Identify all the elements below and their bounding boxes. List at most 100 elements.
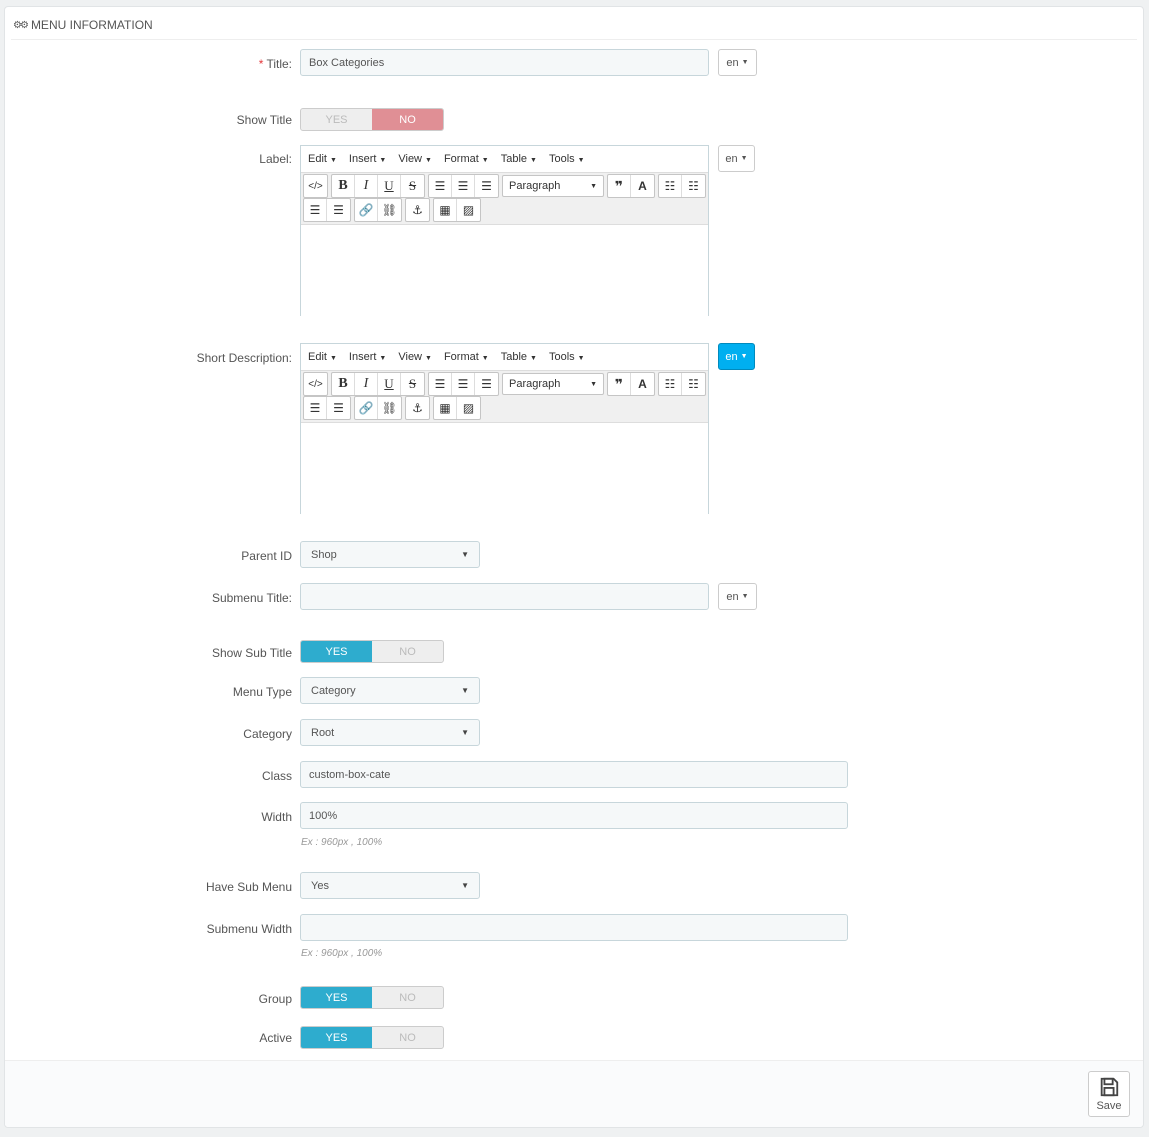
menu-view[interactable]: View ▼ — [398, 351, 432, 363]
show-title-switch[interactable]: YES NO — [300, 108, 444, 131]
show-title-yes[interactable]: YES — [301, 109, 372, 130]
save-icon — [1100, 1077, 1119, 1097]
align-center-icon[interactable]: ☰ — [452, 373, 475, 395]
title-lang-button[interactable]: en ▼ — [718, 49, 757, 76]
width-input[interactable]: 100% — [300, 802, 848, 829]
active-no[interactable]: NO — [372, 1027, 443, 1048]
text-color-icon[interactable]: A — [631, 175, 654, 197]
link-icon[interactable]: 🔗 — [355, 199, 378, 221]
bullet-list-icon[interactable]: ☷ — [659, 175, 682, 197]
underline-icon[interactable]: U — [378, 175, 401, 197]
numbered-list-icon[interactable]: ☷ — [682, 175, 705, 197]
bold-icon[interactable]: B — [332, 175, 355, 197]
parent-id-select[interactable]: Shop ▼ — [300, 541, 480, 568]
category-label: Category — [243, 727, 292, 741]
caret-down-icon: ▼ — [461, 550, 469, 559]
submenu-title-label: Submenu Title: — [211, 591, 292, 605]
strikethrough-icon[interactable]: S — [401, 373, 424, 395]
align-left-icon[interactable]: ☰ — [429, 373, 452, 395]
caret-down-icon: ▼ — [461, 728, 469, 737]
outdent-icon[interactable]: ☰ — [304, 397, 327, 419]
image-icon[interactable]: ▨ — [457, 199, 480, 221]
menu-insert[interactable]: Insert ▼ — [349, 351, 386, 363]
menu-view[interactable]: View ▼ — [398, 153, 432, 165]
align-right-icon[interactable]: ☰ — [475, 373, 498, 395]
have-sub-menu-label: Have Sub Menu — [205, 880, 292, 894]
image-icon[interactable]: ▨ — [457, 397, 480, 419]
media-icon[interactable]: ▦ — [434, 199, 457, 221]
label-editor: Edit ▼ Insert ▼ View ▼ Format ▼ Table ▼ Tools… — [300, 145, 709, 319]
bold-icon[interactable]: B — [332, 373, 355, 395]
width-hint: Ex : 960px , 100% — [301, 837, 383, 848]
parent-id-label: Parent ID — [241, 549, 292, 563]
text-color-icon[interactable]: A — [631, 373, 654, 395]
anchor-icon[interactable]: ⚓ — [406, 199, 429, 221]
save-button[interactable]: Save — [1088, 1071, 1130, 1117]
menu-table[interactable]: Table ▼ — [501, 153, 537, 165]
block-format-select[interactable]: Paragraph ▼ — [502, 175, 604, 197]
category-select[interactable]: Root ▼ — [300, 719, 480, 746]
outdent-icon[interactable]: ☰ — [304, 199, 327, 221]
label-lang-button[interactable]: en ▼ — [718, 145, 755, 172]
align-right-icon[interactable]: ☰ — [475, 175, 498, 197]
source-code-icon[interactable]: </> — [304, 373, 327, 395]
link-icon[interactable]: 🔗 — [355, 397, 378, 419]
submenu-title-lang-button[interactable]: en ▼ — [718, 583, 757, 610]
bullet-list-icon[interactable]: ☷ — [659, 373, 682, 395]
menu-tools[interactable]: Tools ▼ — [549, 351, 585, 363]
anchor-icon[interactable]: ⚓ — [406, 397, 429, 419]
menu-insert[interactable]: Insert ▼ — [349, 153, 386, 165]
editor-menubar: Edit ▼ Insert ▼ View ▼ Format ▼ Table ▼ Tools… — [301, 146, 708, 172]
caret-down-icon: ▼ — [461, 686, 469, 695]
menu-format[interactable]: Format ▼ — [444, 351, 489, 363]
italic-icon[interactable]: I — [355, 175, 378, 197]
active-switch[interactable]: YES NO — [300, 1026, 444, 1049]
align-left-icon[interactable]: ☰ — [429, 175, 452, 197]
indent-icon[interactable]: ☰ — [327, 199, 350, 221]
menu-edit[interactable]: Edit ▼ — [308, 153, 337, 165]
editor-menubar: Edit ▼ Insert ▼ View ▼ Format ▼ Table ▼ Tools… — [301, 344, 708, 370]
short-description-lang-button[interactable]: en ▼ — [718, 343, 755, 370]
source-code-icon[interactable]: </> — [304, 175, 327, 197]
have-sub-menu-select[interactable]: Yes ▼ — [300, 872, 480, 899]
editor-toolbar: </> B I U S ☰ ☰ ☰ Paragraph ▼ ❞ A ☷ ☷ ☰ … — [301, 370, 708, 423]
blockquote-icon[interactable]: ❞ — [608, 175, 631, 197]
underline-icon[interactable]: U — [378, 373, 401, 395]
short-description-label: Short Description: — [196, 351, 292, 365]
show-sub-title-yes[interactable]: YES — [301, 641, 372, 662]
submenu-width-input[interactable] — [300, 914, 848, 941]
submenu-title-input[interactable] — [300, 583, 709, 610]
menu-format[interactable]: Format ▼ — [444, 153, 489, 165]
block-format-select[interactable]: Paragraph ▼ — [502, 373, 604, 395]
unlink-icon[interactable]: ⛓ — [378, 199, 401, 221]
menu-tools[interactable]: Tools ▼ — [549, 153, 585, 165]
menu-table[interactable]: Table ▼ — [501, 351, 537, 363]
title-input[interactable]: Box Categories — [300, 49, 709, 76]
italic-icon[interactable]: I — [355, 373, 378, 395]
align-center-icon[interactable]: ☰ — [452, 175, 475, 197]
editor-toolbar: </> B I U S ☰ ☰ ☰ Paragraph ▼ ❞ A ☷ ☷ ☰ … — [301, 172, 708, 225]
show-title-label: Show Title — [236, 113, 292, 127]
show-title-no[interactable]: NO — [372, 109, 443, 130]
show-sub-title-no[interactable]: NO — [372, 641, 443, 662]
indent-icon[interactable]: ☰ — [327, 397, 350, 419]
caret-down-icon: ▼ — [740, 155, 748, 162]
menu-edit[interactable]: Edit ▼ — [308, 351, 337, 363]
panel-title: Menu information — [30, 18, 153, 32]
short-description-editor-content[interactable] — [301, 423, 708, 517]
group-no[interactable]: NO — [372, 987, 443, 1008]
group-switch[interactable]: YES NO — [300, 986, 444, 1009]
unlink-icon[interactable]: ⛓ — [378, 397, 401, 419]
caret-down-icon: ▼ — [741, 59, 749, 66]
show-sub-title-switch[interactable]: YES NO — [300, 640, 444, 663]
strikethrough-icon[interactable]: S — [401, 175, 424, 197]
blockquote-icon[interactable]: ❞ — [608, 373, 631, 395]
menu-type-select[interactable]: Category ▼ — [300, 677, 480, 704]
active-yes[interactable]: YES — [301, 1027, 372, 1048]
class-input[interactable]: custom-box-cate — [300, 761, 848, 788]
numbered-list-icon[interactable]: ☷ — [682, 373, 705, 395]
label-editor-content[interactable] — [301, 225, 708, 319]
group-yes[interactable]: YES — [301, 987, 372, 1008]
media-icon[interactable]: ▦ — [434, 397, 457, 419]
submenu-width-hint: Ex : 960px , 100% — [301, 948, 383, 959]
